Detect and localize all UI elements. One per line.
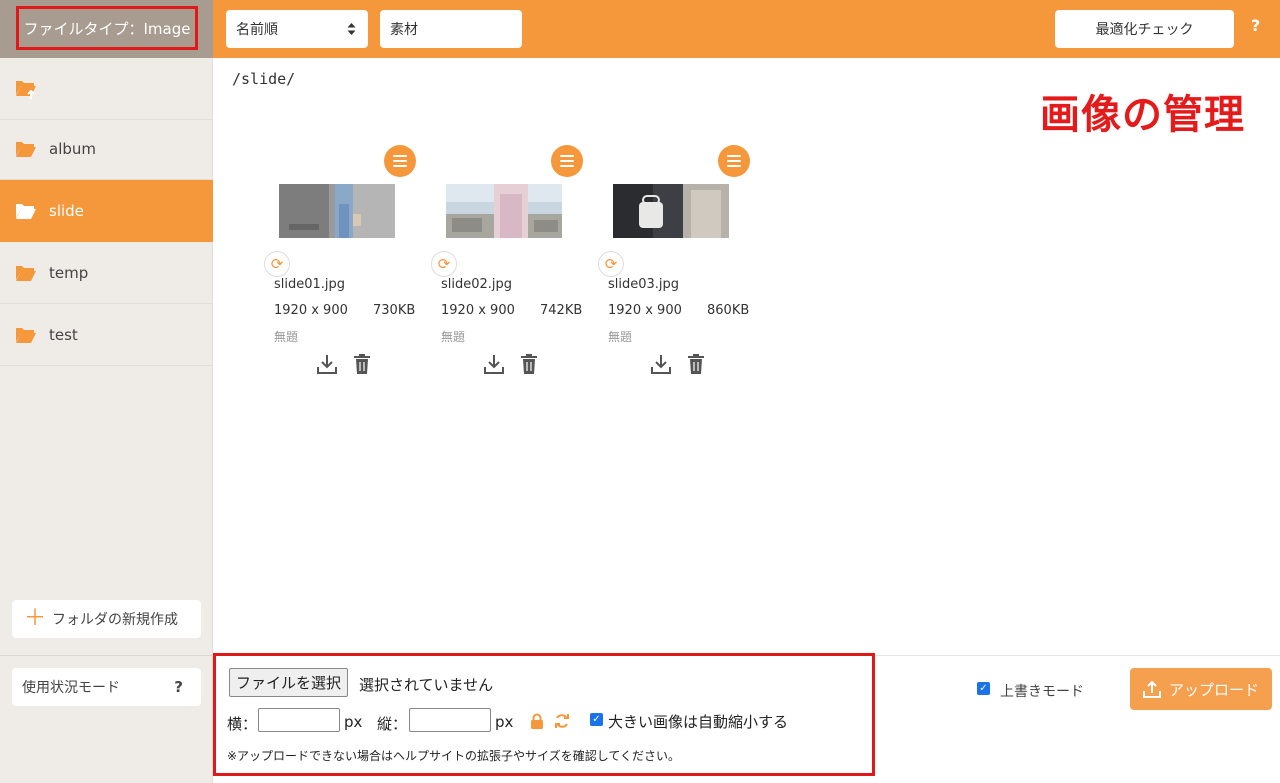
trash-icon[interactable]: [686, 353, 706, 375]
sidebar-item-temp[interactable]: temp: [0, 242, 213, 304]
auto-shrink-label: 大きい画像は自動縮小する: [608, 713, 789, 731]
card-menu-button[interactable]: [551, 145, 583, 177]
filetype-header: ファイルタイプ：Image: [0, 0, 213, 58]
no-file-text: 選択されていません: [359, 676, 494, 694]
file-size: 742KB: [540, 303, 583, 318]
sidebar-item-album[interactable]: album: [0, 118, 213, 180]
file-name: slide02.jpg: [441, 277, 513, 292]
image-thumbnail[interactable]: [279, 184, 395, 238]
page-title: 画像の管理: [1040, 92, 1245, 138]
file-size: 860KB: [707, 303, 750, 318]
folder-open-icon: [16, 203, 36, 219]
current-path: /slide/: [232, 70, 296, 88]
image-card: ⟳ slide02.jpg 1920 x 900 742KB 無題: [431, 145, 597, 385]
sidebar-item-label: test: [49, 325, 78, 344]
trash-icon[interactable]: [519, 353, 539, 375]
file-title: 無題: [608, 330, 633, 344]
sidebar-item-label: temp: [49, 263, 89, 282]
upload-icon: [1142, 680, 1161, 698]
upload-label: アップロード: [1168, 680, 1259, 699]
file-title: 無題: [441, 330, 466, 344]
download-icon[interactable]: [650, 353, 672, 375]
overwrite-mode-checkbox[interactable]: ✓: [977, 682, 990, 695]
file-dimensions: 1920 x 900: [441, 303, 515, 318]
upload-button[interactable]: アップロード: [1130, 668, 1272, 710]
image-thumbnail[interactable]: [613, 184, 729, 238]
image-card: ⟳ slide03.jpg 1920 x 900 860KB 無題: [598, 145, 764, 385]
overwrite-mode-label: 上書きモード: [1000, 684, 1084, 700]
file-dimensions: 1920 x 900: [274, 303, 348, 318]
sidebar-divider: [0, 655, 213, 656]
file-title: 無題: [274, 330, 299, 344]
plus-icon: ＋: [24, 606, 47, 631]
usage-help-icon[interactable]: ?: [174, 678, 183, 696]
width-label: 横：: [227, 715, 258, 733]
search-input[interactable]: [380, 10, 522, 48]
card-menu-button[interactable]: [718, 145, 750, 177]
upload-panel: ファイルを選択 選択されていません 横： px 縦： px ✓ 大きい画像は自動…: [213, 653, 875, 776]
file-name: slide03.jpg: [608, 277, 680, 292]
rotate-icon[interactable]: ⟳: [264, 251, 290, 277]
folder-open-icon: [16, 327, 36, 343]
width-unit: px: [344, 713, 363, 731]
usage-mode-button[interactable]: 使用状況モード ?: [12, 668, 201, 706]
new-folder-label: フォルダの新規作成: [52, 612, 179, 628]
auto-shrink-checkbox[interactable]: ✓: [590, 713, 603, 726]
rotate-icon[interactable]: ⟳: [431, 251, 457, 277]
top-toolbar: 名前順 最適化チェック ?: [213, 0, 1280, 58]
download-icon[interactable]: [316, 353, 338, 375]
image-card: ⟳ slide01.jpg 1920 x 900 730KB 無題: [264, 145, 430, 385]
usage-mode-label: 使用状況モード: [22, 680, 120, 696]
image-thumbnail[interactable]: [446, 184, 562, 238]
download-icon[interactable]: [483, 353, 505, 375]
upload-note: ※アップロードできない場合はヘルプサイトの拡張子やサイズを確認してください。: [227, 749, 680, 763]
rotate-icon[interactable]: ⟳: [598, 251, 624, 277]
card-menu-button[interactable]: [384, 145, 416, 177]
sort-select[interactable]: 名前順: [226, 10, 368, 48]
filetype-label[interactable]: ファイルタイプ：Image: [16, 6, 198, 50]
file-size: 730KB: [373, 303, 416, 318]
folder-up-icon: [16, 80, 36, 99]
height-label: 縦：: [377, 715, 408, 733]
optimize-check-button[interactable]: 最適化チェック: [1055, 10, 1234, 48]
select-arrows-icon: [347, 23, 356, 35]
lock-icon[interactable]: [530, 713, 544, 729]
help-icon[interactable]: ?: [1251, 16, 1260, 35]
sidebar-item-test[interactable]: test: [0, 304, 213, 366]
file-name: slide01.jpg: [274, 277, 346, 292]
width-input[interactable]: [258, 708, 340, 732]
sidebar: ファイルタイプ：Image album slide temp test ＋ フォ…: [0, 0, 213, 783]
refresh-icon[interactable]: [554, 713, 570, 729]
sidebar-item-slide[interactable]: slide: [0, 180, 213, 242]
file-dimensions: 1920 x 900: [608, 303, 682, 318]
height-input[interactable]: [409, 708, 491, 732]
sort-select-value: 名前順: [236, 22, 278, 38]
height-unit: px: [495, 713, 514, 731]
trash-icon[interactable]: [352, 353, 372, 375]
choose-file-button[interactable]: ファイルを選択: [229, 668, 349, 697]
sidebar-item-label: album: [49, 139, 96, 158]
folder-open-icon: [16, 141, 36, 157]
folder-open-icon: [16, 265, 36, 281]
folder-up-button[interactable]: [0, 58, 213, 120]
new-folder-button[interactable]: ＋ フォルダの新規作成: [12, 600, 201, 638]
sidebar-item-label: slide: [49, 201, 84, 220]
